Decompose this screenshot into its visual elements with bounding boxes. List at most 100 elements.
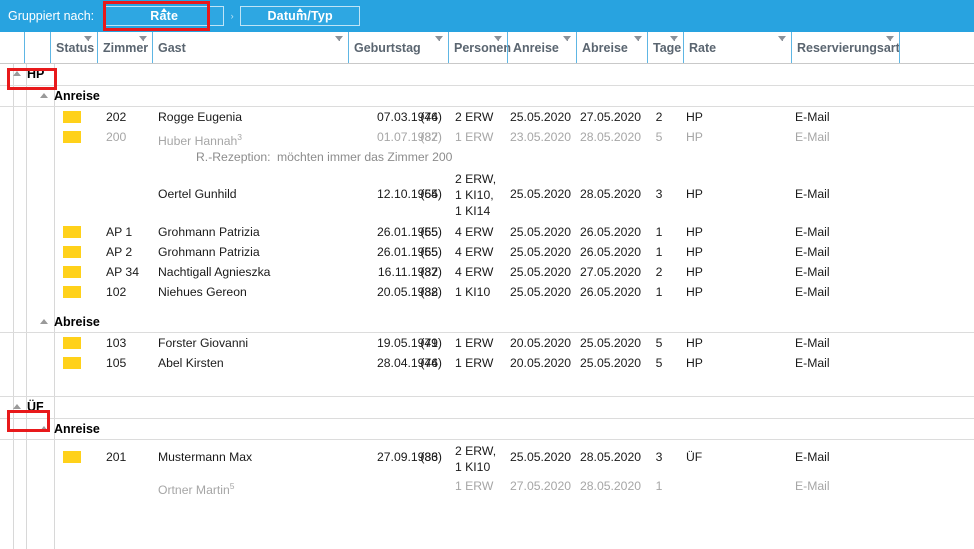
reservation-note-row: R.-Rezeption: möchten immer das Zimmer 20… bbox=[0, 147, 974, 168]
status-color-block bbox=[63, 357, 81, 369]
reservation-row[interactable]: AP 2 Grohmann Patrizia 26.01.1965 (55) 4 ERW… bbox=[0, 242, 974, 262]
reservation-row[interactable]: 202 Rogge Eugenia 07.03.1974 (46) 2 ERW 25.05… bbox=[0, 107, 974, 127]
filter-icon[interactable] bbox=[335, 36, 344, 45]
subgroup-header-row[interactable]: Anreise bbox=[0, 419, 974, 440]
column-header-spacer1[interactable] bbox=[0, 32, 24, 63]
column-header-label: Gast bbox=[158, 40, 186, 55]
reservation-row[interactable]: 201 Mustermann Max 27.09.1983 (36) 2 ERW, 1 K… bbox=[0, 440, 974, 476]
cell-personen: 1 ERW bbox=[455, 479, 494, 493]
collapse-caret-icon[interactable] bbox=[13, 404, 21, 409]
cell-personen: 2 ERW bbox=[455, 110, 494, 124]
collapse-caret-icon[interactable] bbox=[40, 319, 48, 324]
column-header-anreise[interactable]: Anreise bbox=[507, 32, 576, 63]
cell-reservierungsart: E-Mail bbox=[795, 265, 830, 279]
cell-anreise: 25.05.2020 bbox=[510, 110, 571, 124]
collapse-caret-icon[interactable] bbox=[40, 93, 48, 98]
cell-alter: (44) bbox=[420, 356, 442, 370]
filter-icon[interactable] bbox=[886, 36, 895, 45]
cell-reservierungsart: E-Mail bbox=[795, 130, 830, 144]
reservation-row[interactable]: Oertel Gunhild 12.10.1955 (64) 2 ERW, 1 KI10… bbox=[0, 168, 974, 222]
reservation-row[interactable]: Ortner Martin5 1 ERW 27.05.2020 28.05.2020 1… bbox=[0, 476, 974, 497]
reservation-grid-body[interactable]: HP Anreise 202 Rogge Eugenia 07.03.1974 (46) 2… bbox=[0, 64, 974, 549]
cell-gast: Nachtigall Agnieszka bbox=[158, 265, 271, 279]
reservation-row[interactable]: 200 Huber Hannah3 01.07.1987 (32) 1 ERW 23.05… bbox=[0, 127, 974, 148]
group-header-label: ÜF bbox=[27, 400, 44, 414]
filter-icon[interactable] bbox=[494, 36, 503, 45]
cell-tage: 3 bbox=[655, 187, 663, 201]
filter-icon[interactable] bbox=[778, 36, 787, 45]
reservation-row[interactable]: 103 Forster Giovanni 19.05.1971 (49) 1 ERW 20… bbox=[0, 333, 974, 353]
reservation-row[interactable]: AP 1 Grohmann Patrizia 26.01.1965 (55) 4 ERW… bbox=[0, 222, 974, 242]
group-header-row[interactable]: HP bbox=[0, 64, 974, 86]
cell-reservierungsart: E-Mail bbox=[795, 450, 830, 464]
cell-rate: HP bbox=[686, 130, 703, 144]
status-swatch[interactable] bbox=[63, 131, 81, 143]
column-header-gast[interactable]: Gast bbox=[152, 32, 348, 63]
cell-rate: ÜF bbox=[686, 450, 703, 464]
status-swatch[interactable] bbox=[63, 111, 81, 123]
cell-gast: Rogge Eugenia bbox=[158, 110, 243, 124]
column-header-label: Rate bbox=[689, 40, 717, 55]
column-header-spacer2[interactable] bbox=[24, 32, 50, 63]
cell-anreise: 25.05.2020 bbox=[510, 245, 571, 259]
cell-zimmer: 200 bbox=[106, 130, 127, 144]
column-header-zimmer[interactable]: Zimmer bbox=[97, 32, 152, 63]
column-header-reservierungsart[interactable]: Reservierungsart bbox=[791, 32, 900, 63]
filter-icon[interactable] bbox=[670, 36, 679, 45]
column-header-tage[interactable]: Tage bbox=[647, 32, 683, 63]
cell-personen: 1 KI10 bbox=[455, 285, 491, 299]
status-swatch[interactable] bbox=[63, 337, 81, 349]
cell-tage: 1 bbox=[655, 225, 663, 239]
subgroup-spacer bbox=[0, 496, 974, 506]
group-header-row[interactable]: ÜF bbox=[0, 397, 974, 419]
cell-rate: HP bbox=[686, 285, 703, 299]
column-header-abreise[interactable]: Abreise bbox=[576, 32, 647, 63]
reservation-row[interactable]: AP 34 Nachtigall Agnieszka 16.11.1982 (37) 4… bbox=[0, 262, 974, 282]
filter-icon[interactable] bbox=[84, 36, 93, 45]
cell-rate: HP bbox=[686, 187, 703, 201]
filter-icon[interactable] bbox=[435, 36, 444, 45]
group-chip-datum-typ[interactable]: Datum/Typ bbox=[240, 6, 361, 26]
cell-tage: 5 bbox=[655, 130, 663, 144]
cell-tage: 1 bbox=[655, 285, 663, 299]
status-swatch[interactable] bbox=[63, 266, 81, 278]
cell-gast: Grohmann Patrizia bbox=[158, 225, 260, 239]
column-header-rate[interactable]: Rate bbox=[683, 32, 791, 63]
status-color-block bbox=[63, 246, 81, 258]
cell-gast: Mustermann Max bbox=[158, 450, 253, 464]
column-header-status[interactable]: Status bbox=[50, 32, 97, 63]
reservation-row[interactable]: 105 Abel Kirsten 28.04.1976 (44) 1 ERW 20.05.… bbox=[0, 353, 974, 373]
group-spacer bbox=[0, 383, 974, 397]
group-header-label: HP bbox=[27, 67, 45, 81]
collapse-caret-icon[interactable] bbox=[40, 426, 48, 431]
cell-zimmer: 102 bbox=[106, 285, 127, 299]
status-swatch[interactable] bbox=[63, 226, 81, 238]
column-header-label: Geburtstag bbox=[354, 40, 421, 55]
filter-icon[interactable] bbox=[634, 36, 643, 45]
cell-anreise: 25.05.2020 bbox=[510, 225, 571, 239]
column-header-personen[interactable]: Personen bbox=[448, 32, 511, 63]
column-header-geburtstag[interactable]: Geburtstag bbox=[348, 32, 448, 63]
status-swatch[interactable] bbox=[63, 451, 81, 463]
column-header-tail[interactable] bbox=[899, 32, 974, 63]
cell-reservierungsart: E-Mail bbox=[795, 187, 830, 201]
cell-personen: 4 ERW bbox=[455, 225, 494, 239]
cell-alter: (32) bbox=[420, 285, 442, 299]
filter-icon[interactable] bbox=[139, 36, 148, 45]
status-swatch[interactable] bbox=[63, 246, 81, 258]
status-swatch[interactable] bbox=[63, 286, 81, 298]
subgroup-header-label: Abreise bbox=[54, 315, 100, 329]
subgroup-header-row[interactable]: Abreise bbox=[0, 312, 974, 333]
filter-icon[interactable] bbox=[563, 36, 572, 45]
reservation-row[interactable]: 102 Niehues Gereon 20.05.1988 (32) 1 KI10 25.… bbox=[0, 282, 974, 302]
cell-personen: 1 ERW bbox=[455, 336, 494, 350]
status-swatch[interactable] bbox=[63, 357, 81, 369]
group-chip-rate[interactable]: Rate bbox=[104, 6, 225, 26]
subgroup-header-row[interactable]: Anreise bbox=[0, 86, 974, 107]
column-header-row: Status Zimmer Gast Geburtstag Personen Anreis… bbox=[0, 32, 974, 64]
column-header-label: Anreise bbox=[513, 40, 559, 55]
collapse-caret-icon[interactable] bbox=[13, 71, 21, 76]
cell-abreise: 26.05.2020 bbox=[580, 285, 641, 299]
group-chip-separator: › bbox=[230, 11, 234, 21]
cell-reservierungsart: E-Mail bbox=[795, 356, 830, 370]
